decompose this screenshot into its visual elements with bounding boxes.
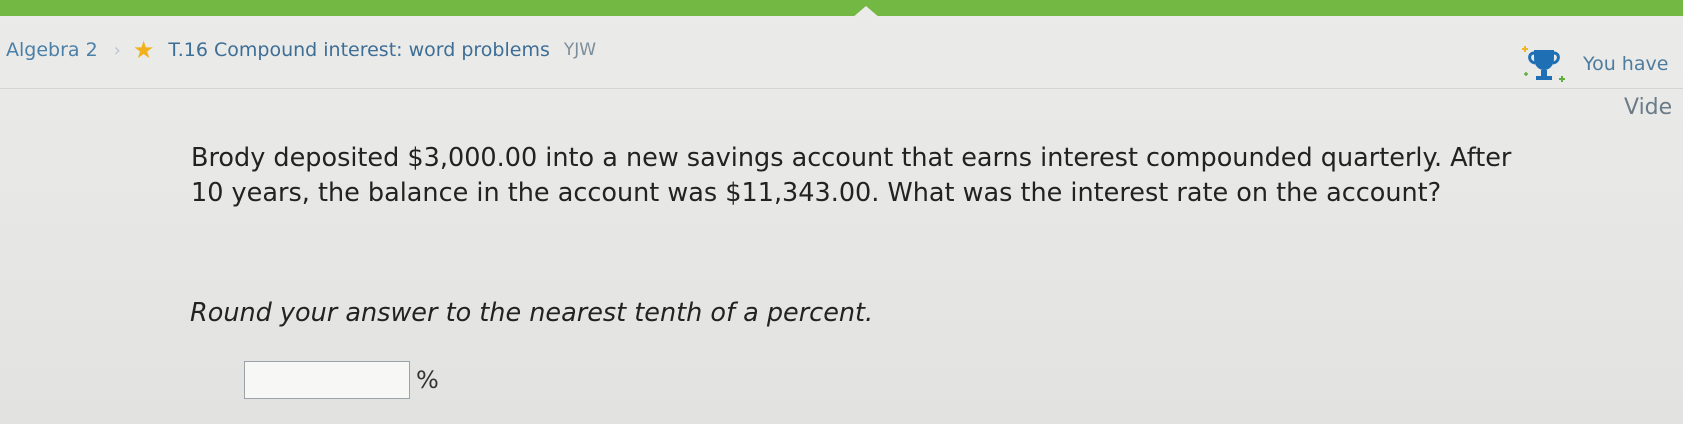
top-green-bar: [0, 0, 1683, 18]
answer-row: %: [244, 361, 439, 399]
skill-header: Algebra 2 › ★ T.16 Compound interest: wo…: [0, 16, 1683, 89]
chevron-right-icon: ›: [113, 39, 121, 61]
trophy-icon: [1522, 46, 1565, 82]
page: Algebra 2 › ★ T.16 Compound interest: wo…: [0, 0, 1683, 424]
percent-unit-label: %: [416, 366, 439, 394]
answer-input[interactable]: [244, 361, 410, 399]
instructions-text: Round your answer to the nearest tenth o…: [190, 298, 874, 328]
breadcrumb-course-link[interactable]: Algebra 2: [6, 39, 98, 61]
breadcrumb-skill-title: T.16 Compound interest: word problems: [168, 39, 550, 61]
star-icon: ★: [132, 36, 155, 64]
you-have-text: You have: [1583, 53, 1669, 75]
skill-code: YJW: [563, 40, 597, 60]
question-text: Brody deposited $3,000.00 into a new sav…: [191, 143, 1512, 208]
video-link[interactable]: Vide: [1624, 95, 1672, 120]
breadcrumb: Algebra 2 › ★ T.16 Compound interest: wo…: [6, 38, 596, 62]
